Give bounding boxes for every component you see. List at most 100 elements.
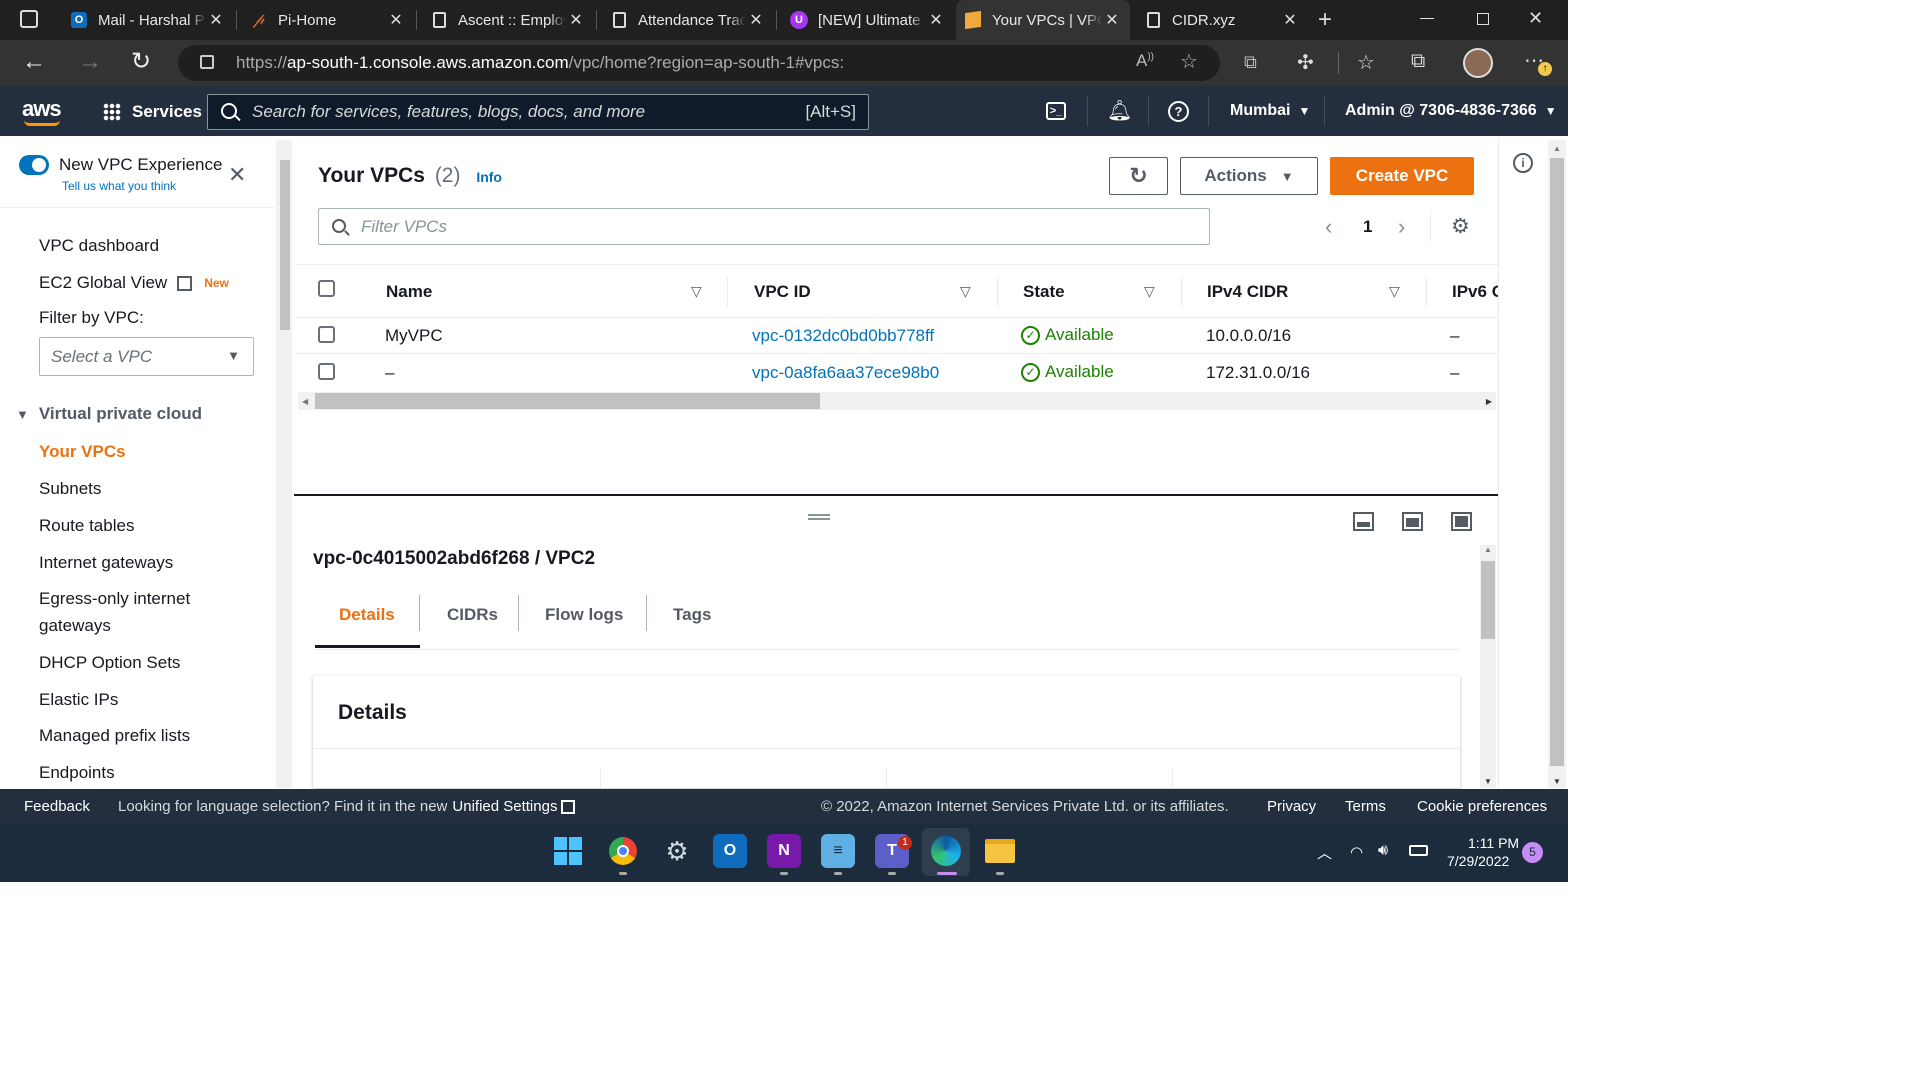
feedback-link[interactable]: Tell us what you think	[62, 179, 176, 193]
close-icon[interactable]: ✕	[206, 10, 226, 30]
tab-tags[interactable]: Tags	[673, 605, 711, 625]
aws-search-bar[interactable]: Search for services, features, blogs, do…	[207, 94, 869, 130]
unified-settings-link[interactable]: Unified Settings	[452, 798, 557, 815]
tab-udemy[interactable]: U [NEW] Ultimate AWS Certified ✕	[782, 0, 954, 40]
table-horizontal-scrollbar[interactable]: ◀ ▶	[298, 392, 1496, 410]
close-icon[interactable]: ✕	[1102, 10, 1122, 30]
battery-icon[interactable]	[1409, 845, 1428, 856]
new-tab-icon[interactable]: +	[1318, 6, 1332, 34]
extension-icon[interactable]: ⧉	[1244, 52, 1257, 73]
nav-managed-prefix-lists[interactable]: Managed prefix lists	[39, 726, 190, 746]
panel-bottom-icon[interactable]	[1353, 512, 1374, 531]
nav-route-tables[interactable]: Route tables	[39, 516, 134, 536]
close-icon[interactable]: ✕	[926, 10, 946, 30]
windows-start-icon[interactable]	[551, 834, 585, 868]
favorite-add-icon[interactable]: ☆	[1180, 49, 1198, 74]
sort-icon[interactable]: ▽	[960, 283, 971, 300]
nav-your-vpcs[interactable]: Your VPCs	[39, 442, 126, 462]
panel-side-icon[interactable]	[1402, 512, 1423, 531]
settings-gear-icon[interactable]: ⚙	[660, 834, 694, 868]
close-icon[interactable]: ✕	[228, 162, 246, 188]
column-ipv4-cidr[interactable]: IPv4 CIDR	[1207, 282, 1288, 302]
nav-elastic-ips[interactable]: Elastic IPs	[39, 690, 118, 710]
minimize-icon[interactable]	[1420, 18, 1434, 19]
tab-your-vpcs[interactable]: Your VPCs | VPC Management Console ✕	[956, 0, 1130, 40]
filter-vpcs-input[interactable]: Filter VPCs	[318, 208, 1210, 245]
volume-icon[interactable]: 🔊︎	[1378, 842, 1388, 860]
info-panel-icon[interactable]: i	[1513, 153, 1533, 173]
tab-flow-logs[interactable]: Flow logs	[545, 605, 623, 625]
page-scrollbar[interactable]: ▲ ▼	[1548, 140, 1566, 788]
close-window-icon[interactable]: ✕	[1528, 8, 1543, 29]
new-vpc-toggle[interactable]	[19, 155, 49, 175]
collections-icon[interactable]: ⧉	[1411, 50, 1425, 73]
clock-time[interactable]: 1:11 PM	[1468, 835, 1519, 851]
nav-egress-only-gateways[interactable]: Egress-only internet	[39, 589, 190, 609]
cell-vpc-id[interactable]: vpc-0a8fa6aa37ece98b0	[752, 363, 939, 383]
help-icon[interactable]: ?	[1168, 101, 1189, 122]
column-state[interactable]: State	[1023, 282, 1065, 302]
close-icon[interactable]: ✕	[1280, 10, 1300, 30]
resize-handle-icon[interactable]	[808, 514, 830, 520]
cell-vpc-id[interactable]: vpc-0132dc0bd0bb778ff	[752, 326, 934, 346]
sort-icon[interactable]: ▽	[1144, 283, 1155, 300]
next-page-icon[interactable]: ›	[1398, 214, 1405, 240]
close-icon[interactable]: ✕	[386, 10, 406, 30]
row-checkbox[interactable]	[318, 326, 335, 343]
wifi-icon[interactable]: ◠	[1350, 843, 1363, 861]
nav-vpc-dashboard[interactable]: VPC dashboard	[39, 236, 159, 256]
page-number[interactable]: 1	[1363, 217, 1372, 237]
close-icon[interactable]: ✕	[566, 10, 586, 30]
restore-icon[interactable]	[1477, 13, 1489, 25]
tray-chevron-icon[interactable]: ︿	[1317, 842, 1332, 863]
terms-link[interactable]: Terms	[1345, 798, 1386, 815]
sidebar-scrollbar[interactable]	[276, 140, 292, 788]
create-vpc-button[interactable]: Create VPC	[1330, 157, 1474, 195]
back-icon[interactable]: ←	[22, 48, 46, 76]
actions-button[interactable]: Actions ▼	[1180, 157, 1318, 195]
nav-egress-only-gateways-line2[interactable]: gateways	[39, 616, 111, 636]
region-selector[interactable]: Mumbai ▼	[1230, 102, 1310, 120]
forward-icon[interactable]: →	[78, 48, 102, 76]
nav-subnets[interactable]: Subnets	[39, 479, 101, 499]
refresh-icon[interactable]: ↻	[131, 47, 151, 76]
tab-details[interactable]: Details	[339, 605, 395, 625]
column-ipv6-cidr[interactable]: IPv6 C	[1452, 282, 1498, 302]
notifications-bell-icon[interactable]: 🔔︎	[1107, 98, 1132, 123]
file-explorer-icon[interactable]	[983, 834, 1017, 868]
services-menu[interactable]: Services	[132, 102, 202, 122]
section-virtual-private-cloud[interactable]: ▼ Virtual private cloud	[16, 404, 202, 424]
vpc-filter-select[interactable]: Select a VPC ▼	[39, 337, 254, 376]
close-icon[interactable]: ✕	[746, 10, 766, 30]
edge-icon[interactable]	[929, 834, 963, 868]
aws-logo[interactable]: aws	[22, 96, 62, 122]
tab-ascent[interactable]: Ascent :: Employee Portal ✕	[422, 0, 594, 40]
table-settings-gear-icon[interactable]: ⚙	[1451, 214, 1470, 239]
notepad-icon[interactable]: ≡	[821, 834, 855, 868]
extensions-puzzle-icon[interactable]: ✣	[1297, 50, 1314, 75]
onenote-icon[interactable]: N	[767, 834, 801, 868]
notification-badge[interactable]: 5	[1522, 842, 1543, 863]
tab-attendance[interactable]: Attendance Tracker ✕	[602, 0, 774, 40]
cloudshell-icon[interactable]: >_	[1046, 102, 1066, 120]
favorites-icon[interactable]: ☆	[1357, 50, 1375, 75]
tab-cidr[interactable]: CIDR.xyz ✕	[1136, 0, 1308, 40]
column-name[interactable]: Name	[386, 282, 432, 302]
panel-full-icon[interactable]	[1451, 512, 1472, 531]
prev-page-icon[interactable]: ‹	[1325, 214, 1332, 240]
refresh-button[interactable]: ↻	[1109, 157, 1168, 195]
sort-icon[interactable]: ▽	[691, 283, 702, 300]
chrome-icon[interactable]	[606, 834, 640, 868]
nav-internet-gateways[interactable]: Internet gateways	[39, 553, 173, 573]
tab-actions-icon[interactable]	[20, 10, 38, 28]
read-aloud-icon[interactable]: A))	[1136, 51, 1154, 71]
nav-endpoints[interactable]: Endpoints	[39, 763, 115, 783]
nav-ec2-global-view[interactable]: EC2 Global View New	[39, 273, 229, 293]
outlook-icon[interactable]: O	[713, 834, 747, 868]
cookie-preferences-link[interactable]: Cookie preferences	[1417, 798, 1547, 815]
row-checkbox[interactable]	[318, 363, 335, 380]
column-vpc-id[interactable]: VPC ID	[754, 282, 811, 302]
select-all-checkbox[interactable]	[318, 280, 335, 297]
tab-cidrs[interactable]: CIDRs	[447, 605, 498, 625]
tab-pi-home[interactable]: 𝓅 Pi-Home ✕	[242, 0, 414, 40]
